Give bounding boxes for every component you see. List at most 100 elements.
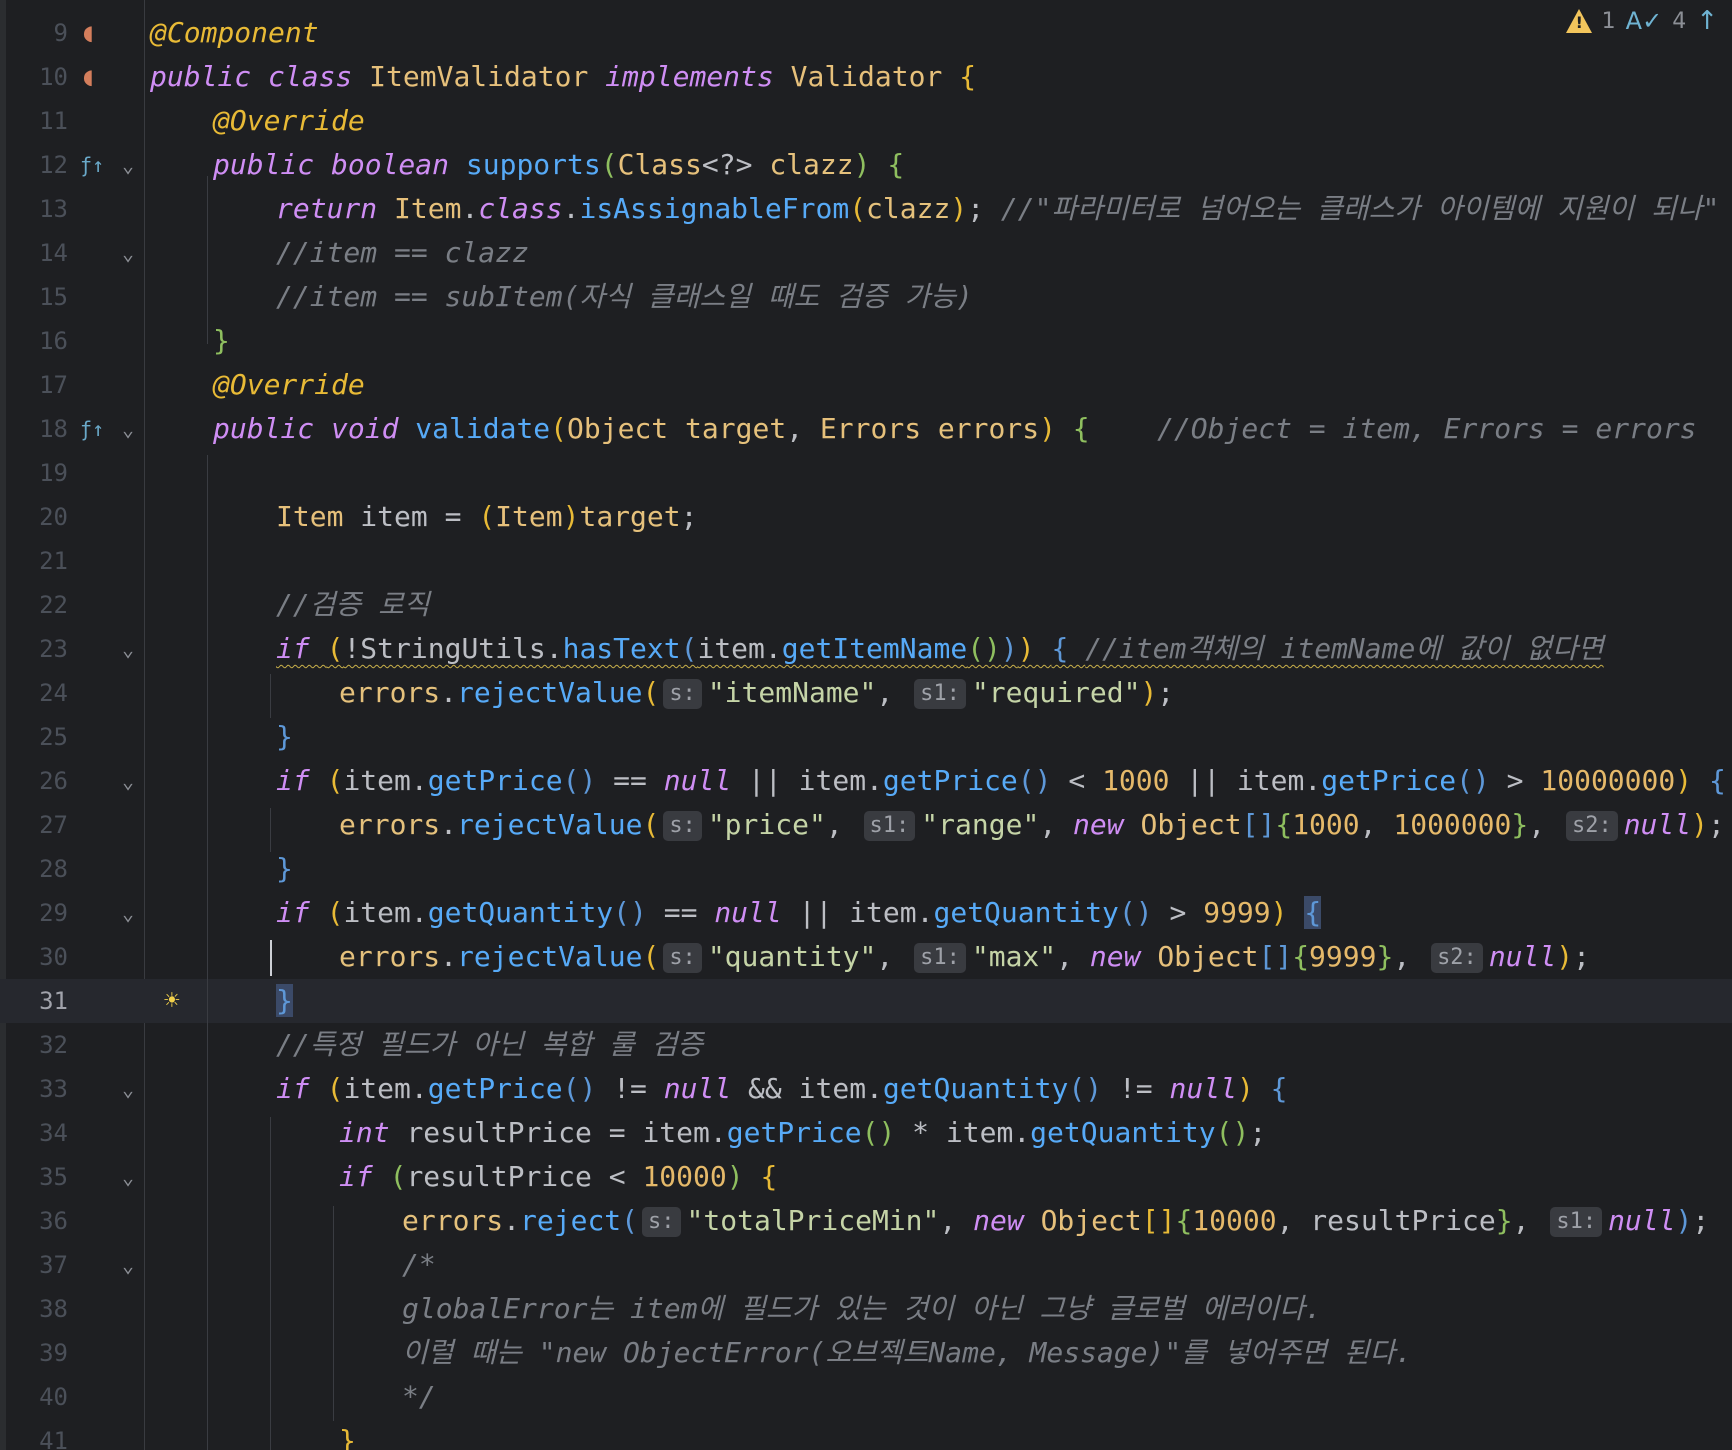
line-number[interactable]: 12 bbox=[6, 143, 68, 187]
code-line[interactable]: 32 //특정 필드가 아닌 복합 룰 검증 bbox=[0, 1023, 1732, 1067]
code-text[interactable]: } bbox=[213, 319, 230, 363]
code-text[interactable]: public void validate(Object target, Erro… bbox=[213, 407, 1697, 451]
line-number[interactable]: 31 bbox=[6, 979, 68, 1023]
code-text[interactable]: errors.reject(s: "totalPriceMin", new Obj… bbox=[402, 1199, 1709, 1243]
code-line[interactable]: 22 //검증 로직 bbox=[0, 583, 1732, 627]
code-text[interactable]: //검증 로직 bbox=[276, 583, 430, 627]
fold-chevron-icon[interactable]: ⌄ bbox=[116, 407, 140, 451]
line-number[interactable]: 21 bbox=[6, 539, 68, 583]
code-line[interactable]: 25} bbox=[0, 715, 1732, 759]
code-text[interactable]: errors.rejectValue(s: "price", s1: "range"… bbox=[339, 803, 1725, 847]
bean-icon[interactable]: ◖ bbox=[80, 11, 96, 55]
code-text[interactable]: */ bbox=[402, 1375, 436, 1419]
code-line[interactable]: 40 */ bbox=[0, 1375, 1732, 1419]
line-number[interactable]: 38 bbox=[6, 1287, 68, 1331]
line-number[interactable]: 40 bbox=[6, 1375, 68, 1419]
line-number[interactable]: 37 bbox=[6, 1243, 68, 1287]
code-line[interactable]: 23 ⌄ if (!StringUtils.hasText(item.getItem… bbox=[0, 627, 1732, 671]
code-line[interactable]: 11 @Override bbox=[0, 99, 1732, 143]
code-text[interactable]: public boolean supports(Class<?> clazz) … bbox=[213, 143, 904, 187]
line-number[interactable]: 10 bbox=[6, 55, 68, 99]
line-number[interactable]: 29 bbox=[6, 891, 68, 935]
code-text[interactable]: globalError는 item에 필드가 있는 것이 아닌 그냥 글로벌 에… bbox=[402, 1287, 1322, 1331]
line-number[interactable]: 33 bbox=[6, 1067, 68, 1111]
warning-squiggle[interactable]: if (!StringUtils.hasText(item.getItemNam… bbox=[276, 632, 1604, 665]
bean-implemented-icon[interactable]: ◖ bbox=[80, 55, 96, 99]
code-text[interactable]: //특정 필드가 아닌 복합 룰 검증 bbox=[276, 1023, 703, 1067]
code-text[interactable]: //item == clazz bbox=[276, 231, 529, 275]
line-number[interactable]: 20 bbox=[6, 495, 68, 539]
code-text[interactable]: 이럴 때는 "new ObjectError(오브젝트Name, Message… bbox=[402, 1331, 1412, 1375]
code-line[interactable]: 38 globalError는 item에 필드가 있는 것이 아닌 그냥 글로벌… bbox=[0, 1287, 1732, 1331]
code-line[interactable]: 37 ⌄ /* bbox=[0, 1243, 1732, 1287]
line-number[interactable]: 34 bbox=[6, 1111, 68, 1155]
code-line[interactable]: 33 ⌄ if (item.getPrice() != null && item.g… bbox=[0, 1067, 1732, 1111]
inspection-status[interactable]: ! 1 A✓ 4 ↑ bbox=[1565, 6, 1718, 36]
code-line[interactable]: 31 ☀} bbox=[0, 979, 1732, 1023]
line-number[interactable]: 22 bbox=[6, 583, 68, 627]
code-text[interactable]: //item == subItem(자식 클래스일 때도 검증 가능) bbox=[276, 275, 973, 319]
line-number[interactable]: 25 bbox=[6, 715, 68, 759]
code-line[interactable]: 19 bbox=[0, 451, 1732, 495]
code-text[interactable]: Item item = (Item)target; bbox=[276, 495, 697, 539]
line-number[interactable]: 26 bbox=[6, 759, 68, 803]
line-number[interactable]: 36 bbox=[6, 1199, 68, 1243]
code-text[interactable]: if (item.getQuantity() == null || item.g… bbox=[276, 891, 1322, 935]
code-line[interactable]: 20 Item item = (Item)target; bbox=[0, 495, 1732, 539]
fold-chevron-icon[interactable]: ⌄ bbox=[116, 1243, 140, 1287]
line-number[interactable]: 19 bbox=[6, 451, 68, 495]
code-line[interactable]: 41} bbox=[0, 1419, 1732, 1450]
line-number[interactable]: 17 bbox=[6, 363, 68, 407]
code-text[interactable]: errors.rejectValue(s: "itemName", s1: "req… bbox=[339, 671, 1174, 715]
line-number[interactable]: 14 bbox=[6, 231, 68, 275]
line-number[interactable]: 11 bbox=[6, 99, 68, 143]
fold-chevron-icon[interactable]: ⌄ bbox=[116, 1067, 140, 1111]
line-number[interactable]: 27 bbox=[6, 803, 68, 847]
code-text[interactable]: errors.rejectValue(s: "quantity", s1: "max… bbox=[339, 935, 1590, 979]
line-number[interactable]: 9 bbox=[6, 11, 68, 55]
line-number[interactable]: 13 bbox=[6, 187, 68, 231]
code-text[interactable]: } bbox=[339, 1419, 356, 1450]
fold-chevron-icon[interactable]: ⌄ bbox=[116, 627, 140, 671]
line-number[interactable]: 35 bbox=[6, 1155, 68, 1199]
line-number[interactable]: 41 bbox=[6, 1419, 68, 1450]
code-line[interactable]: 35 ⌄ if (resultPrice < 10000) { bbox=[0, 1155, 1732, 1199]
line-number[interactable]: 16 bbox=[6, 319, 68, 363]
line-number[interactable]: 32 bbox=[6, 1023, 68, 1067]
code-line[interactable]: 26 ⌄ if (item.getPrice() == null || item.g… bbox=[0, 759, 1732, 803]
code-text[interactable]: int resultPrice = item.getPrice() * item… bbox=[339, 1111, 1266, 1155]
arrow-up-icon[interactable]: ↑ bbox=[1696, 6, 1718, 36]
code-text[interactable]: @Override bbox=[213, 363, 365, 407]
fold-chevron-icon[interactable]: ⌄ bbox=[116, 891, 140, 935]
code-line[interactable]: 21 bbox=[0, 539, 1732, 583]
code-text[interactable]: if (resultPrice < 10000) { bbox=[339, 1155, 777, 1199]
fold-chevron-icon[interactable]: ⌄ bbox=[116, 143, 140, 187]
code-line[interactable]: 13 return Item.class.isAssignableFrom(cla… bbox=[0, 187, 1732, 231]
code-text[interactable]: } bbox=[276, 979, 293, 1023]
bulb-icon[interactable]: ☀ bbox=[164, 979, 180, 1023]
code-text[interactable]: @Component bbox=[150, 11, 319, 55]
code-text[interactable]: @Override bbox=[213, 99, 365, 143]
line-number[interactable]: 28 bbox=[6, 847, 68, 891]
code-line[interactable]: 24 errors.rejectValue(s: "itemName", s1: "r… bbox=[0, 671, 1732, 715]
line-number[interactable]: 30 bbox=[6, 935, 68, 979]
fold-chevron-icon[interactable]: ⌄ bbox=[116, 231, 140, 275]
fold-chevron-icon[interactable]: ⌄ bbox=[116, 759, 140, 803]
code-line[interactable]: 12 ƒ↑ ⌄ public boolean supports(Class<?> cl… bbox=[0, 143, 1732, 187]
override-method-icon[interactable]: ƒ↑ bbox=[80, 143, 104, 187]
code-line[interactable]: 18 ƒ↑ ⌄ public void validate(Object target,… bbox=[0, 407, 1732, 451]
code-line[interactable]: 36 errors.reject(s: "totalPriceMin", new O… bbox=[0, 1199, 1732, 1243]
code-editor[interactable]: 9 ◖ @Component 10 ◖ public class ItemValidato… bbox=[0, 0, 1732, 1450]
code-line[interactable]: 16} bbox=[0, 319, 1732, 363]
code-text[interactable]: } bbox=[276, 847, 293, 891]
fold-chevron-icon[interactable]: ⌄ bbox=[116, 1155, 140, 1199]
code-line[interactable]: 15 //item == subItem(자식 클래스일 때도 검증 가능) bbox=[0, 275, 1732, 319]
line-number[interactable]: 15 bbox=[6, 275, 68, 319]
code-text[interactable]: } bbox=[276, 715, 293, 759]
line-number[interactable]: 23 bbox=[6, 627, 68, 671]
code-text[interactable]: return Item.class.isAssignableFrom(clazz… bbox=[276, 187, 1719, 231]
line-number[interactable]: 39 bbox=[6, 1331, 68, 1375]
code-line[interactable]: 10 ◖ public class ItemValidator implements… bbox=[0, 55, 1732, 99]
code-line[interactable]: 27 errors.rejectValue(s: "price", s1: "rang… bbox=[0, 803, 1732, 847]
line-number[interactable]: 18 bbox=[6, 407, 68, 451]
